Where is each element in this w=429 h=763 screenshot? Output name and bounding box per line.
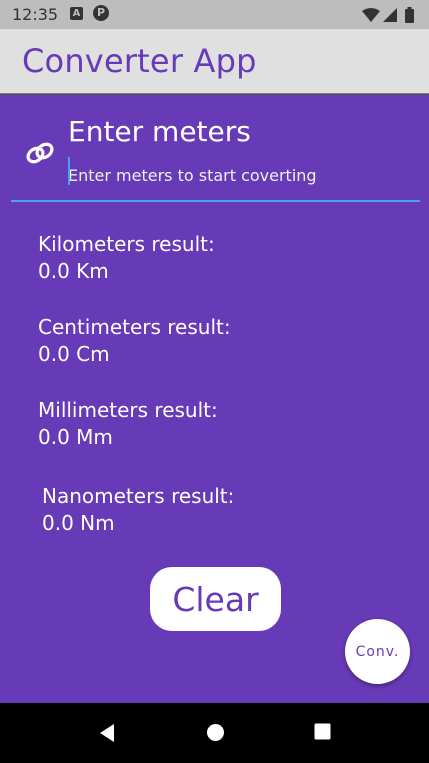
app-bar: Converter App: [0, 29, 429, 93]
text-cursor: [68, 157, 70, 185]
nanometers-result-label: Nanometers result:: [42, 484, 235, 508]
status-icons: [361, 6, 419, 24]
screen: 12:35 A P Converter App Enter meters Ent…: [0, 0, 429, 763]
status-time: 12:35: [12, 5, 59, 24]
centimeters-result-label: Centimeters result:: [38, 315, 231, 339]
recents-icon[interactable]: [314, 723, 331, 740]
app-title: Converter App: [22, 42, 257, 80]
millimeters-result-value: 0.0 Mm: [38, 425, 113, 449]
link-icon: [26, 142, 54, 164]
meters-input-underline: [11, 200, 420, 202]
main-content: Enter meters Kilometers result: 0.0 Km C…: [0, 95, 429, 703]
millimeters-result-label: Millimeters result:: [38, 398, 218, 422]
meters-input[interactable]: [68, 161, 408, 189]
back-icon[interactable]: [98, 723, 116, 743]
convert-button[interactable]: Conv.: [345, 619, 410, 684]
notification-a-icon: A: [70, 7, 83, 20]
notification-p-icon: P: [93, 5, 109, 21]
status-bar: 12:35 A P: [0, 0, 429, 29]
meters-field-label: Enter meters: [68, 115, 251, 148]
kilometers-result-label: Kilometers result:: [38, 232, 215, 256]
clear-button[interactable]: Clear: [150, 567, 281, 631]
centimeters-result-value: 0.0 Cm: [38, 342, 110, 366]
home-icon[interactable]: [206, 723, 225, 742]
wifi-icon: [362, 8, 380, 22]
status-indicators: [362, 7, 414, 23]
signal-icon: [383, 8, 397, 22]
kilometers-result-value: 0.0 Km: [38, 259, 109, 283]
battery-icon: [405, 9, 414, 23]
navigation-bar: [0, 703, 429, 763]
nanometers-result-value: 0.0 Nm: [42, 511, 115, 535]
